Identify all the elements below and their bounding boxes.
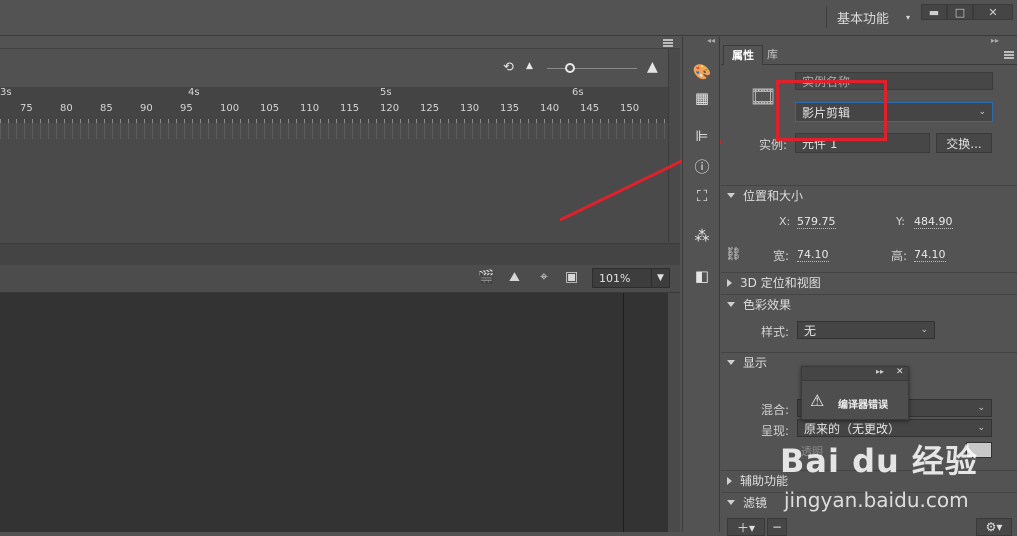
baidu-watermark-url: jingyan.baidu.com — [784, 488, 969, 512]
stage-canvas[interactable] — [0, 293, 668, 532]
baidu-watermark-logo: Bai du 经验 — [780, 442, 978, 480]
collapse-triangle-icon — [727, 476, 732, 485]
width-value[interactable]: 74.10 — [797, 248, 829, 262]
palette-icon[interactable]: 🎨 — [689, 61, 715, 83]
expand-icon[interactable]: ▸▸ — [876, 367, 884, 376]
section-title: 色彩效果 — [743, 298, 792, 312]
render-value: 原来的（无更改） — [804, 421, 901, 436]
collapse-triangle-icon — [727, 278, 732, 287]
zoom-value: 101% — [599, 271, 631, 285]
expand-triangle-icon — [727, 193, 735, 198]
blend-label: 混合: — [761, 403, 790, 417]
compiler-errors-panel: ▸▸ ✕ ⚠ 编译器错误 — [801, 366, 909, 420]
expand-icon[interactable]: ▸▸ — [991, 36, 999, 45]
height-value[interactable]: 74.10 — [914, 248, 946, 262]
motion-presets-icon[interactable]: ⁂ — [689, 225, 715, 247]
center-stage-icon[interactable]: ⌖ — [540, 269, 548, 285]
chevron-down-icon: ⌄ — [977, 423, 985, 433]
expand-triangle-icon — [727, 360, 735, 365]
section-title: 滤镜 — [743, 496, 768, 510]
zoom-select[interactable]: 101% ▼ — [592, 268, 670, 288]
style-select[interactable]: 无 ⌄ — [797, 321, 935, 339]
align-icon[interactable]: ⊫ — [689, 125, 715, 147]
clapper-icon[interactable]: 🎬 — [478, 270, 494, 285]
x-label: X: — [779, 215, 791, 228]
panel-tabs: 属性 库 — [721, 45, 1017, 65]
expand-triangle-icon — [727, 302, 735, 307]
chevron-down-icon: ⌄ — [978, 107, 986, 117]
tab-properties[interactable]: 属性 — [723, 45, 763, 65]
swatches-icon[interactable]: ▦ — [689, 87, 715, 109]
y-value[interactable]: 484.90 — [914, 215, 953, 229]
section-3d[interactable]: 3D 定位和视图 — [721, 272, 1017, 292]
collapse-icon[interactable]: ◂◂ — [707, 36, 715, 45]
tab-library[interactable]: 库 — [759, 45, 786, 65]
movieclip-symbol-icon: 🎞 — [749, 85, 777, 110]
style-value: 无 — [804, 323, 817, 338]
section-title: 位置和大小 — [743, 189, 804, 203]
chevron-down-icon: ▼ — [651, 269, 669, 287]
panel-separator — [0, 243, 680, 265]
x-value[interactable]: 579.75 — [797, 215, 836, 229]
filter-options-button[interactable]: ⚙▾ — [976, 518, 1012, 536]
chevron-down-icon: ⌄ — [977, 403, 985, 413]
stage-boundary — [623, 293, 624, 532]
popup-message: 编译器错误 — [838, 400, 888, 411]
stage-scrollbar[interactable] — [668, 293, 680, 532]
popup-header: ▸▸ ✕ — [802, 367, 908, 381]
render-select[interactable]: 原来的（无更改） ⌄ — [797, 419, 992, 437]
height-label: 高: — [891, 249, 908, 263]
add-filter-button[interactable]: ＋▾ — [727, 518, 765, 536]
transform-icon[interactable]: ⛶ — [689, 185, 715, 207]
width-label: 宽: — [773, 249, 790, 263]
stage-toolbar: 🎬 ⛰ ⌖ ▣ — [0, 265, 680, 293]
info-icon[interactable]: ⓘ — [689, 155, 715, 177]
section-title: 3D 定位和视图 — [740, 276, 821, 290]
section-title: 显示 — [743, 356, 768, 370]
paint-icon[interactable]: ⛰ — [509, 270, 520, 285]
section-position-size[interactable]: 位置和大小 — [721, 185, 1017, 205]
clip-icon[interactable]: ▣ — [565, 269, 578, 285]
link-icon[interactable]: ⛓ — [725, 247, 742, 262]
swap-button[interactable]: 交换... — [936, 133, 992, 153]
panel-menu-icon[interactable] — [1004, 51, 1014, 59]
section-color-effect[interactable]: 色彩效果 — [721, 294, 1017, 314]
close-icon[interactable]: ✕ — [896, 367, 904, 377]
y-label: Y: — [896, 215, 905, 228]
annotation-highlight — [776, 80, 887, 141]
warning-icon: ⚠ — [810, 391, 825, 410]
panel-icon-strip: ◂◂ 🎨 ▦ ⊫ ⓘ ⛶ ⁂ ◧ — [682, 36, 720, 532]
expand-triangle-icon — [727, 500, 735, 505]
chevron-down-icon: ⌄ — [920, 325, 928, 335]
remove-filter-button[interactable]: − — [767, 518, 787, 536]
plus-icon: ＋▾ — [736, 520, 756, 535]
style-label: 样式: — [761, 325, 790, 339]
components-icon[interactable]: ◧ — [689, 265, 715, 287]
